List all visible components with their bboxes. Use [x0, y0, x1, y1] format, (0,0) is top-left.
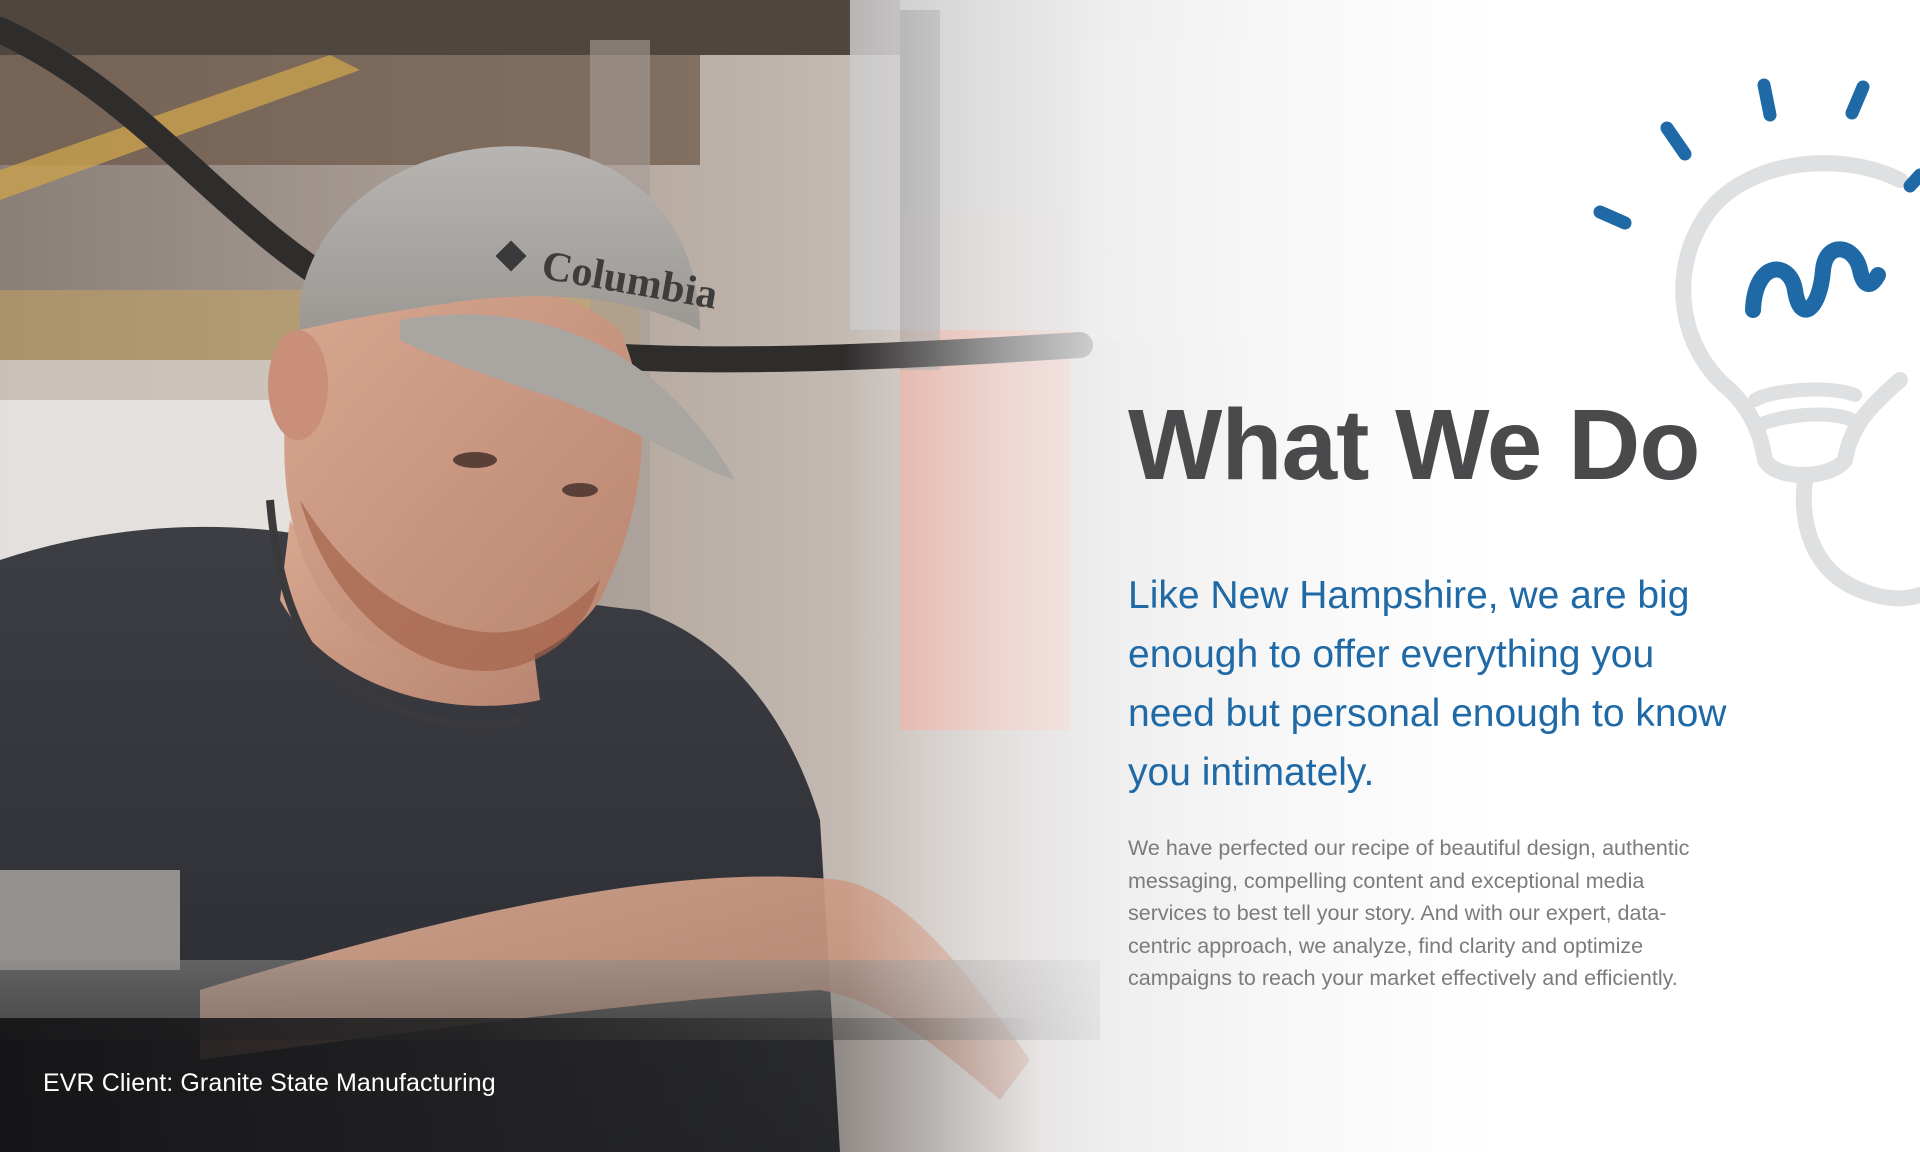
- what-we-do-section: Columbia EVR Client: Granite State Manuf…: [0, 0, 1920, 1152]
- section-heading: What We Do: [1128, 389, 1700, 501]
- lightbulb-icon: [1580, 60, 1920, 620]
- section-tagline: Like New Hampshire, we are big enough to…: [1128, 574, 1727, 794]
- photo-caption: EVR Client: Granite State Manufacturing: [43, 1069, 496, 1097]
- section-body: We have perfected our recipe of beautifu…: [1128, 836, 1690, 990]
